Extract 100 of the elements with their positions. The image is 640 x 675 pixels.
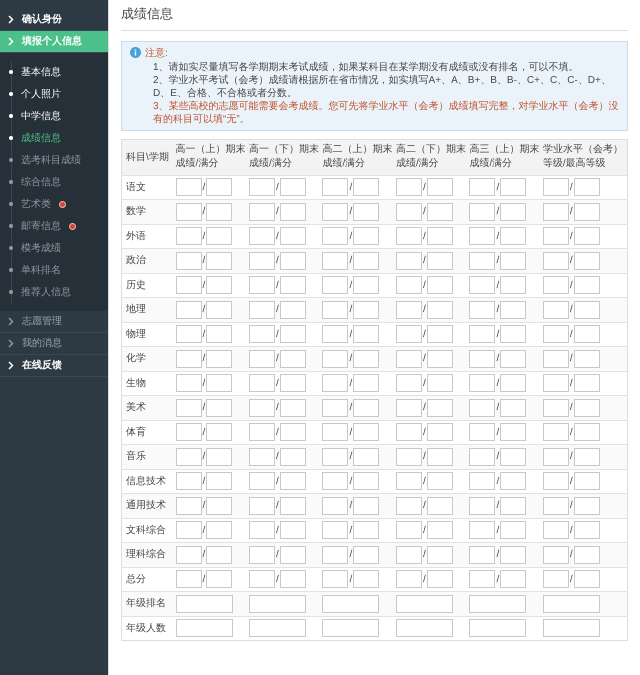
score-input[interactable] <box>574 521 600 540</box>
submenu-item[interactable]: 推荐人信息 <box>0 281 108 303</box>
score-input[interactable] <box>469 398 496 417</box>
score-input[interactable] <box>574 178 600 196</box>
score-input[interactable] <box>396 423 422 442</box>
submenu-item[interactable]: 中学信息 <box>0 105 108 127</box>
score-input[interactable] <box>542 202 569 221</box>
score-input[interactable] <box>322 276 348 294</box>
score-input[interactable] <box>426 202 453 221</box>
score-input[interactable] <box>248 570 275 588</box>
score-input[interactable] <box>248 178 275 196</box>
score-input[interactable] <box>426 496 453 515</box>
score-input[interactable] <box>542 448 569 466</box>
score-input[interactable] <box>206 496 232 515</box>
score-input[interactable] <box>176 227 202 246</box>
score-input[interactable] <box>396 521 422 540</box>
score-input[interactable] <box>176 202 202 221</box>
score-input[interactable] <box>322 570 348 588</box>
score-input[interactable] <box>280 521 306 540</box>
score-input[interactable] <box>396 300 422 319</box>
score-input[interactable] <box>248 546 275 564</box>
score-input[interactable] <box>206 423 232 442</box>
score-input[interactable] <box>500 570 526 588</box>
score-input[interactable] <box>280 325 306 344</box>
score-input[interactable] <box>206 398 232 417</box>
score-input[interactable] <box>322 521 348 540</box>
score-input[interactable] <box>542 325 569 344</box>
score-input[interactable] <box>500 521 526 540</box>
score-input[interactable] <box>353 300 380 319</box>
score-input[interactable] <box>206 252 232 270</box>
score-input[interactable] <box>574 350 600 368</box>
score-input[interactable] <box>500 423 526 442</box>
score-input[interactable] <box>426 546 453 564</box>
score-input[interactable] <box>469 202 496 221</box>
score-input[interactable] <box>542 276 569 294</box>
score-input[interactable] <box>176 448 202 466</box>
score-input[interactable] <box>500 546 526 564</box>
score-input[interactable] <box>176 423 202 442</box>
score-input[interactable] <box>500 202 526 221</box>
score-input[interactable] <box>353 398 380 417</box>
score-input[interactable] <box>426 227 453 246</box>
score-input[interactable] <box>426 521 453 540</box>
score-input[interactable] <box>500 227 526 246</box>
score-input[interactable] <box>574 546 600 564</box>
score-input[interactable] <box>176 350 202 368</box>
score-input[interactable] <box>542 227 569 246</box>
score-input[interactable] <box>353 546 380 564</box>
score-input[interactable] <box>426 350 453 368</box>
menu-item[interactable]: 志愿管理 <box>0 311 108 333</box>
score-input[interactable] <box>206 300 232 319</box>
score-input[interactable] <box>469 423 496 442</box>
score-input[interactable] <box>426 398 453 417</box>
score-input[interactable] <box>542 594 600 613</box>
score-input[interactable] <box>353 521 380 540</box>
score-input[interactable] <box>469 521 496 540</box>
score-input[interactable] <box>248 202 275 221</box>
score-input[interactable] <box>206 227 232 246</box>
submenu-item[interactable]: 选考科目成绩 <box>0 149 108 171</box>
score-input[interactable] <box>206 325 232 344</box>
score-input[interactable] <box>353 570 380 588</box>
score-input[interactable] <box>542 398 569 417</box>
score-input[interactable] <box>426 300 453 319</box>
score-input[interactable] <box>353 472 380 490</box>
score-input[interactable] <box>280 227 306 246</box>
score-input[interactable] <box>500 496 526 515</box>
score-input[interactable] <box>469 276 496 294</box>
score-input[interactable] <box>469 350 496 368</box>
score-input[interactable] <box>500 398 526 417</box>
score-input[interactable] <box>280 178 306 196</box>
score-input[interactable] <box>206 178 232 196</box>
score-input[interactable] <box>322 374 348 392</box>
score-input[interactable] <box>542 496 569 515</box>
score-input[interactable] <box>322 423 348 442</box>
score-input[interactable] <box>176 398 202 417</box>
score-input[interactable] <box>396 252 422 270</box>
score-input[interactable] <box>396 472 422 490</box>
score-input[interactable] <box>280 252 306 270</box>
score-input[interactable] <box>206 546 232 564</box>
score-input[interactable] <box>500 276 526 294</box>
score-input[interactable] <box>176 619 232 638</box>
submenu-item[interactable]: 个人照片 <box>0 83 108 105</box>
score-input[interactable] <box>542 546 569 564</box>
score-input[interactable] <box>322 325 348 344</box>
score-input[interactable] <box>469 448 496 466</box>
score-input[interactable] <box>248 594 306 613</box>
submenu-item[interactable]: 单科排名 <box>0 259 108 281</box>
score-input[interactable] <box>322 178 348 196</box>
score-input[interactable] <box>322 252 348 270</box>
score-input[interactable] <box>176 594 232 613</box>
score-input[interactable] <box>574 300 600 319</box>
score-input[interactable] <box>206 350 232 368</box>
score-input[interactable] <box>469 570 496 588</box>
score-input[interactable] <box>500 374 526 392</box>
score-input[interactable] <box>322 594 380 613</box>
score-input[interactable] <box>248 227 275 246</box>
score-input[interactable] <box>426 448 453 466</box>
score-input[interactable] <box>426 276 453 294</box>
score-input[interactable] <box>280 350 306 368</box>
score-input[interactable] <box>500 448 526 466</box>
score-input[interactable] <box>396 374 422 392</box>
